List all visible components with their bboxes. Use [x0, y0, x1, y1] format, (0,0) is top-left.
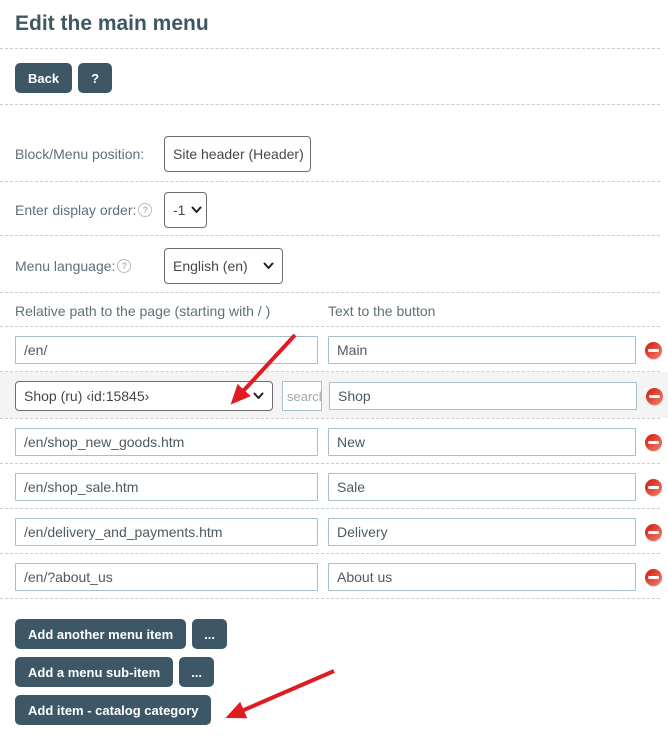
display-order-label: Enter display order: [15, 202, 137, 218]
display-order-row: Enter display order: ? -1 [15, 192, 668, 228]
menu-item-row [0, 554, 668, 598]
menu-position-select[interactable]: Site header (Header) [164, 136, 311, 172]
button-text-input[interactable] [328, 473, 636, 501]
path-input[interactable] [15, 336, 318, 364]
menu-position-label: Block/Menu position: [15, 146, 145, 162]
column-headers: Relative path to the page (starting with… [15, 303, 668, 319]
path-input[interactable] [15, 473, 318, 501]
menu-language-select[interactable]: English (en) [164, 248, 283, 284]
add-menu-item-button[interactable]: Add another menu item [15, 619, 187, 649]
delete-row-icon[interactable] [645, 523, 662, 541]
dashed-divider [0, 104, 660, 105]
dashed-divider [0, 181, 660, 182]
delete-row-icon[interactable] [646, 387, 663, 405]
delete-row-icon[interactable] [645, 478, 662, 496]
dashed-divider [0, 598, 660, 599]
button-text-input[interactable] [328, 336, 636, 364]
menu-position-row: Block/Menu position: Site header (Header… [15, 136, 668, 172]
add-menu-subitem-more-button[interactable]: ... [179, 657, 215, 687]
menu-language-label: Menu language: [15, 258, 116, 274]
add-menu-item-more-button[interactable]: ... [192, 619, 228, 649]
menu-item-row [0, 327, 668, 371]
path-input[interactable] [15, 563, 318, 591]
button-text-input[interactable] [329, 382, 637, 410]
menu-language-value: English (en) [173, 258, 248, 274]
menu-item-row [0, 419, 668, 463]
page-title: Edit the main menu [15, 12, 209, 35]
delete-row-icon[interactable] [645, 341, 662, 359]
chevron-down-icon [304, 150, 310, 158]
back-button[interactable]: Back [15, 63, 73, 93]
display-order-select[interactable]: -1 [164, 192, 207, 228]
delete-row-icon[interactable] [645, 433, 662, 451]
add-menu-subitem-button[interactable]: Add a menu sub-item [15, 657, 174, 687]
button-text-input[interactable] [328, 563, 636, 591]
chevron-down-icon [257, 262, 274, 270]
menu-language-row: Menu language: ? English (en) [15, 248, 668, 284]
help-tooltip-icon[interactable]: ? [138, 203, 153, 217]
text-column-header: Text to the button [328, 303, 436, 319]
path-input[interactable] [15, 518, 318, 546]
path-column-header: Relative path to the page (starting with… [15, 303, 271, 319]
display-order-value: -1 [173, 202, 186, 218]
edit-menu-page: Edit the main menu Back ? Block/Menu pos… [0, 10, 668, 743]
chevron-down-icon [247, 392, 264, 400]
actions-panel: Add another menu item ... Add a menu sub… [15, 619, 668, 725]
menu-position-value: Site header (Header) [173, 146, 304, 162]
menu-item-row [0, 464, 668, 508]
catalog-page-select[interactable]: Shop (ru) ‹id:15845› [15, 381, 273, 411]
add-catalog-category-button[interactable]: Add item - catalog category [15, 695, 212, 725]
menu-item-row [0, 509, 668, 553]
toolbar: Back ? [15, 63, 668, 93]
catalog-page-value: Shop (ru) ‹id:15845› [24, 388, 150, 404]
button-text-input[interactable] [328, 428, 636, 456]
help-button[interactable]: ? [78, 63, 113, 93]
search-button[interactable]: search [282, 381, 322, 411]
menu-item-row-catalog: Shop (ru) ‹id:15845› search [0, 372, 668, 418]
dashed-divider [0, 48, 660, 49]
chevron-down-icon [185, 206, 202, 214]
button-text-input[interactable] [328, 518, 636, 546]
dashed-divider [0, 292, 660, 293]
path-input[interactable] [15, 428, 318, 456]
dashed-divider [0, 235, 660, 236]
help-tooltip-icon[interactable]: ? [117, 259, 132, 273]
delete-row-icon[interactable] [645, 568, 662, 586]
